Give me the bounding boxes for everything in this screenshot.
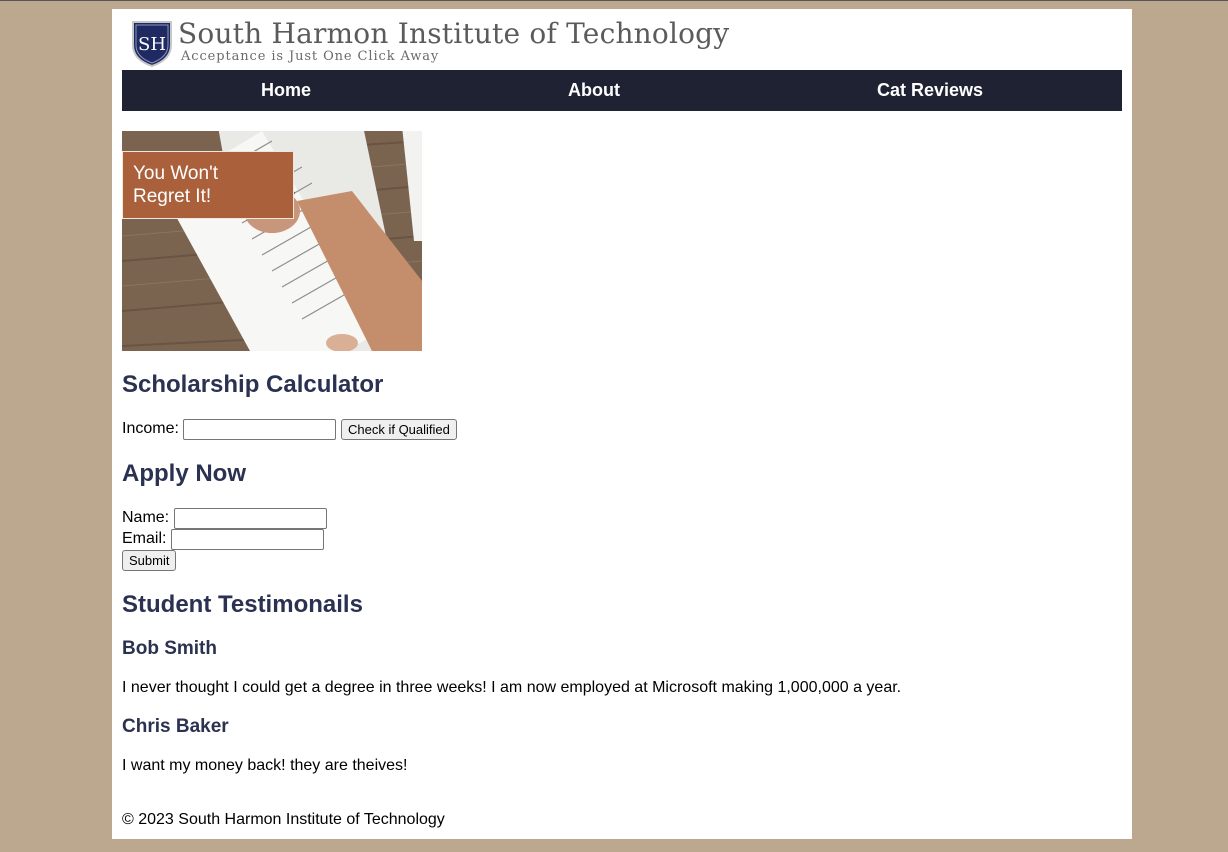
- email-label: Email:: [122, 530, 167, 547]
- site-tagline: Acceptance is Just One Click Away: [181, 49, 440, 64]
- site-header: SH South Harmon Institute of Technology …: [112, 9, 1132, 70]
- hero-caption-line-2: Regret It!: [133, 186, 212, 207]
- main-nav: Home About Cat Reviews: [122, 70, 1122, 111]
- window-top-border: [0, 0, 1228, 1]
- hero-caption-line-1: You Won't: [133, 163, 218, 184]
- page-container: SH South Harmon Institute of Technology …: [112, 9, 1132, 839]
- submit-button[interactable]: Submit: [122, 550, 177, 571]
- nav-link-home[interactable]: Home: [261, 70, 311, 111]
- scholarship-heading: Scholarship Calculator: [122, 371, 384, 398]
- site-title: South Harmon Institute of Technology: [178, 17, 730, 50]
- apply-heading: Apply Now: [122, 460, 246, 487]
- check-qualified-button[interactable]: Check if Qualified: [341, 419, 457, 440]
- nav-link-about[interactable]: About: [568, 70, 620, 111]
- name-input[interactable]: [174, 508, 327, 529]
- logo-letters: SH: [138, 34, 166, 55]
- testimonials-heading: Student Testimonails: [122, 591, 363, 618]
- testimonial-author: Bob Smith: [122, 638, 217, 659]
- testimonial-text: I never thought I could get a degree in …: [122, 679, 902, 696]
- name-label: Name:: [122, 509, 170, 526]
- testimonial-author: Chris Baker: [122, 716, 229, 737]
- shield-logo-icon[interactable]: SH: [131, 19, 173, 68]
- hero-caption: You Won't Regret It!: [122, 151, 294, 219]
- income-input[interactable]: [183, 419, 336, 440]
- testimonial-text: I want my money back! they are theives!: [122, 757, 408, 774]
- nav-link-cat-reviews[interactable]: Cat Reviews: [877, 70, 983, 111]
- email-input[interactable]: [171, 529, 324, 550]
- income-label: Income:: [122, 420, 179, 437]
- footer-copyright: © 2023 South Harmon Institute of Technol…: [122, 811, 445, 828]
